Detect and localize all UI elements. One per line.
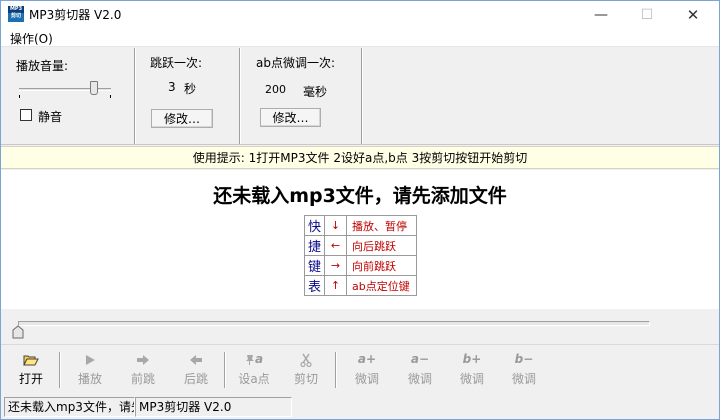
close-icon: ✕ (686, 5, 700, 24)
fine-tune-unit: 毫秒 (303, 85, 328, 99)
shortcut-desc: 向前跳跃 (346, 255, 418, 276)
slider-tick (110, 95, 111, 98)
volume-group: 播放音量: 静音 (1, 48, 134, 144)
maximize-button[interactable]: ☐ (624, 1, 670, 28)
menu-bar: 操作(O) (1, 28, 719, 47)
modify-fine-tune-button[interactable]: 修改… (260, 108, 321, 127)
settings-panel: 播放音量: 静音 跳跃一次: 3 秒 修改… ab点微调一次: 200 毫秒 修… (1, 48, 719, 145)
volume-slider-thumb[interactable] (90, 81, 99, 95)
folder-open-icon (6, 350, 56, 368)
status-left: 还未载入mp3文件，请先 (4, 397, 135, 417)
maximize-icon: ☐ (640, 6, 654, 23)
jump-forward-button[interactable]: 前跳 (118, 350, 168, 390)
seek-slider-thumb[interactable] (12, 325, 24, 339)
table-row: 表 ↑ ab点定位键 (303, 275, 418, 296)
window-title: MP3剪切器 V2.0 (29, 8, 122, 22)
shortcut-side-char: 捷 (303, 235, 326, 256)
fine-tune-group: ab点微调一次: 200 毫秒 修改… (241, 48, 361, 144)
a-minus-tune-button[interactable]: a− 微调 (395, 350, 445, 390)
table-row: 捷 ← 向后跳跃 (303, 235, 418, 256)
app-window: MP3 剪切 MP3剪切器 V2.0 — ☐ ✕ 操作(O) 播放音量: 静音 … (0, 0, 720, 420)
shortcut-desc: 向后跳跃 (346, 235, 418, 256)
shortcut-table: 快 ↓ 播放、暂停 捷 ← 向后跳跃 键 → 向前跳跃 表 ↑ ab点定位键 (303, 215, 418, 296)
jump-back-icon (171, 350, 221, 368)
play-icon (65, 350, 115, 368)
status-right: MP3剪切器 V2.0 (135, 397, 292, 417)
jump-group: 跳跃一次: 3 秒 修改… (136, 48, 239, 144)
seek-area (1, 309, 719, 345)
shortcut-desc: 播放、暂停 (346, 215, 418, 236)
a-minus-icon: a− (410, 352, 430, 366)
fine-tune-value: 200 (265, 83, 286, 96)
b-minus-icon: b− (514, 352, 534, 366)
main-display: 还未载入mp3文件，请先添加文件 快 ↓ 播放、暂停 捷 ← 向后跳跃 键 → … (1, 170, 719, 309)
jump-back-button[interactable]: 后跳 (171, 350, 221, 390)
a-plus-tune-button[interactable]: a+ 微调 (342, 350, 392, 390)
shortcut-side-char: 键 (303, 255, 326, 276)
status-message: 还未载入mp3文件，请先添加文件 (213, 185, 507, 207)
table-row: 键 → 向前跳跃 (303, 255, 418, 276)
jump-unit: 秒 (184, 82, 197, 96)
minimize-icon: — (594, 6, 608, 23)
b-plus-tune-button[interactable]: b+ 微调 (447, 350, 497, 390)
slider-tick (19, 95, 20, 98)
fine-tune-label: ab点微调一次: (256, 56, 336, 70)
table-row: 快 ↓ 播放、暂停 (303, 215, 418, 236)
usage-hint: 使用提示: 1打开MP3文件 2设好a点,b点 3按剪切按钮开始剪切 (1, 146, 719, 169)
play-button[interactable]: 播放 (65, 350, 115, 390)
shortcut-side-char: 表 (303, 275, 326, 296)
app-logo-icon: MP3 剪切 (8, 6, 24, 22)
set-a-point-button[interactable]: a 设a点 (229, 350, 279, 390)
menu-operation[interactable]: 操作(O) (10, 30, 53, 47)
b-minus-tune-button[interactable]: b− 微调 (499, 350, 549, 390)
jump-forward-icon (118, 350, 168, 368)
close-button[interactable]: ✕ (670, 1, 716, 28)
open-button[interactable]: 打开 (6, 350, 56, 390)
shortcut-side-char: 快 (303, 215, 326, 236)
toolbar-divider (224, 352, 226, 388)
shortcut-key: ↓ (324, 215, 348, 236)
shortcut-key: ↑ (324, 275, 348, 296)
modify-jump-button[interactable]: 修改… (151, 109, 213, 128)
volume-label: 播放音量: (16, 59, 69, 73)
settings-divider (361, 48, 363, 144)
jump-label: 跳跃一次: (150, 56, 203, 70)
pin-a-icon: a (229, 350, 279, 368)
title-bar[interactable]: MP3 剪切 MP3剪切器 V2.0 — ☐ ✕ (1, 1, 719, 28)
shortcut-key: ← (324, 235, 348, 256)
seek-slider-track[interactable] (18, 321, 650, 326)
toolbar-divider (59, 352, 61, 388)
mute-checkbox[interactable] (20, 109, 32, 121)
toolbar: 打开 播放 前跳 后跳 a 设a点 剪切 a+ 微调 a− 微调 b+ 微调 b… (1, 346, 719, 395)
scissors-icon (281, 350, 331, 368)
minimize-button[interactable]: — (578, 1, 624, 28)
shortcut-desc: ab点定位键 (346, 275, 418, 296)
mute-label: 静音 (38, 110, 63, 124)
a-plus-icon: a+ (357, 352, 377, 366)
b-plus-icon: b+ (462, 352, 482, 366)
cut-button[interactable]: 剪切 (281, 350, 331, 390)
toolbar-divider (335, 352, 337, 388)
shortcut-key: → (324, 255, 348, 276)
jump-value: 3 (168, 80, 176, 94)
status-bar: 还未载入mp3文件，请先 MP3剪切器 V2.0 (1, 395, 719, 419)
